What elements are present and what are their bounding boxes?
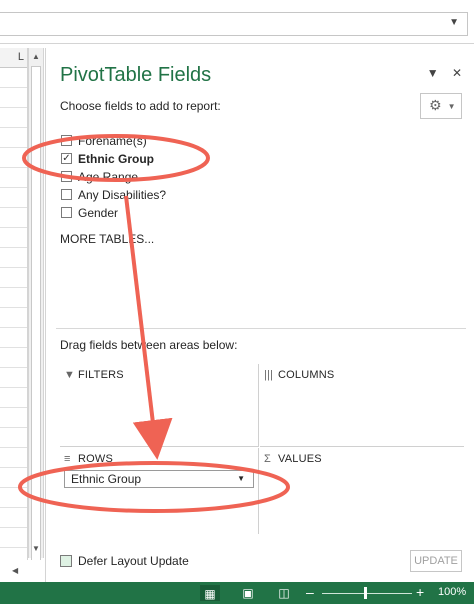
field-checkbox[interactable]: [61, 171, 72, 182]
zoom-out-icon[interactable]: –: [306, 584, 314, 600]
field-item-gender[interactable]: Gender: [56, 204, 466, 222]
rows-field-label: Ethnic Group: [71, 472, 142, 486]
close-icon[interactable]: ✕: [452, 66, 462, 80]
defer-checkbox[interactable]: [60, 555, 72, 567]
pivot-areas: ▼ FILTERS ||| COLUMNS ≡ ROWS Ethnic Group ▼…: [60, 364, 464, 534]
zoom-level[interactable]: 100%: [438, 586, 466, 598]
formula-bar-area: ▼: [0, 0, 474, 44]
scroll-left-icon[interactable]: ◀: [12, 566, 18, 575]
grid-row[interactable]: [0, 508, 27, 528]
values-header: Σ VALUES: [264, 453, 322, 465]
columns-icon: |||: [264, 369, 274, 381]
grid-row[interactable]: [0, 428, 27, 448]
pivottable-fields-pane: PivotTable Fields ▼ ✕ Choose fields to a…: [45, 48, 474, 582]
formula-input[interactable]: ▼: [0, 12, 468, 36]
filters-header: ▼ FILTERS: [64, 369, 124, 381]
field-label: Any Disabilities?: [78, 188, 167, 202]
pane-controls: ▼ ✕: [417, 66, 462, 80]
grid-row[interactable]: [0, 488, 27, 508]
drag-fields-label: Drag fields between areas below:: [60, 338, 238, 352]
chevron-down-icon[interactable]: ▼: [237, 471, 245, 487]
rows-label: ROWS: [78, 453, 114, 465]
values-area[interactable]: Σ VALUES: [260, 448, 464, 534]
grid-row[interactable]: [0, 68, 27, 88]
update-button[interactable]: UPDATE: [410, 550, 462, 572]
defer-label: Defer Layout Update: [78, 554, 189, 568]
grid-row[interactable]: [0, 268, 27, 288]
field-checkbox[interactable]: [61, 207, 72, 218]
values-label: VALUES: [278, 453, 322, 465]
column-header-label: L: [17, 51, 24, 63]
grid-row[interactable]: [0, 388, 27, 408]
choose-fields-label: Choose fields to add to report:: [60, 99, 221, 113]
pane-divider[interactable]: [56, 328, 466, 329]
columns-header: ||| COLUMNS: [264, 369, 334, 381]
columns-label: COLUMNS: [278, 369, 335, 381]
grid-row[interactable]: [0, 528, 27, 548]
grid-row[interactable]: [0, 368, 27, 388]
field-label: Ethnic Group: [78, 152, 154, 166]
formula-expand-icon[interactable]: ▼: [449, 17, 459, 28]
defer-layout-update[interactable]: Defer Layout Update: [60, 554, 189, 568]
grid-row[interactable]: [0, 348, 27, 368]
field-list: Forename(s) ✓ Ethnic Group Age Range Any…: [56, 128, 466, 328]
grid-row[interactable]: [0, 308, 27, 328]
field-item-ethnic-group[interactable]: ✓ Ethnic Group: [56, 150, 466, 168]
grid-row[interactable]: [0, 128, 27, 148]
grid-row[interactable]: [0, 288, 27, 308]
scroll-down-icon[interactable]: ▼: [29, 542, 43, 556]
sheet-grid[interactable]: L: [0, 48, 28, 580]
hscroll-area: [0, 560, 44, 580]
grid-row[interactable]: [0, 408, 27, 428]
field-item-age-range[interactable]: Age Range: [56, 168, 466, 186]
filters-area[interactable]: ▼ FILTERS: [60, 364, 259, 447]
filters-label: FILTERS: [78, 369, 124, 381]
page-break-view-icon[interactable]: ◫: [274, 585, 294, 601]
rows-icon: ≡: [64, 453, 71, 465]
grid-row[interactable]: [0, 208, 27, 228]
scroll-thumb[interactable]: [31, 66, 41, 566]
grid-row[interactable]: [0, 448, 27, 468]
chevron-down-icon: ▼: [447, 101, 456, 111]
status-bar: ▦ ▣ ◫ – + 100%: [0, 582, 474, 604]
rows-area[interactable]: ≡ ROWS Ethnic Group ▼: [60, 448, 259, 534]
field-item-any-disabilities[interactable]: Any Disabilities?: [56, 186, 466, 204]
rows-field-ethnic-group[interactable]: Ethnic Group ▼: [64, 470, 254, 488]
field-label: Gender: [78, 206, 119, 220]
filter-icon: ▼: [64, 369, 76, 381]
grid-row[interactable]: [0, 148, 27, 168]
field-label: Age Range: [78, 170, 139, 184]
rows-header: ≡ ROWS: [64, 453, 113, 465]
field-item-forename[interactable]: Forename(s): [56, 132, 466, 150]
vertical-scrollbar[interactable]: ▲ ▼: [28, 48, 44, 566]
normal-view-icon[interactable]: ▦: [200, 585, 220, 601]
pane-options-icon[interactable]: ▼: [427, 66, 439, 80]
scroll-up-icon[interactable]: ▲: [29, 50, 43, 64]
zoom-in-icon[interactable]: +: [416, 584, 424, 600]
field-label: Forename(s): [78, 134, 147, 148]
pane-title: PivotTable Fields: [60, 64, 212, 86]
field-layout-button[interactable]: ⚙ ▼: [420, 93, 462, 119]
field-checkbox[interactable]: [61, 189, 72, 200]
column-header[interactable]: L: [0, 48, 27, 68]
zoom-slider-track[interactable]: [322, 593, 412, 594]
page-layout-view-icon[interactable]: ▣: [238, 585, 258, 601]
gear-icon: ⚙: [429, 97, 442, 113]
grid-row[interactable]: [0, 88, 27, 108]
grid-row[interactable]: [0, 468, 27, 488]
field-checkbox-checked[interactable]: ✓: [61, 153, 72, 164]
grid-row[interactable]: [0, 248, 27, 268]
grid-row[interactable]: [0, 108, 27, 128]
zoom-slider-thumb[interactable]: [364, 587, 367, 599]
more-tables-link[interactable]: MORE TABLES...: [60, 232, 154, 246]
grid-row[interactable]: [0, 328, 27, 348]
sigma-icon: Σ: [264, 453, 271, 465]
grid-row[interactable]: [0, 188, 27, 208]
grid-row[interactable]: [0, 228, 27, 248]
columns-area[interactable]: ||| COLUMNS: [260, 364, 464, 447]
field-checkbox[interactable]: [61, 135, 72, 146]
grid-row[interactable]: [0, 168, 27, 188]
